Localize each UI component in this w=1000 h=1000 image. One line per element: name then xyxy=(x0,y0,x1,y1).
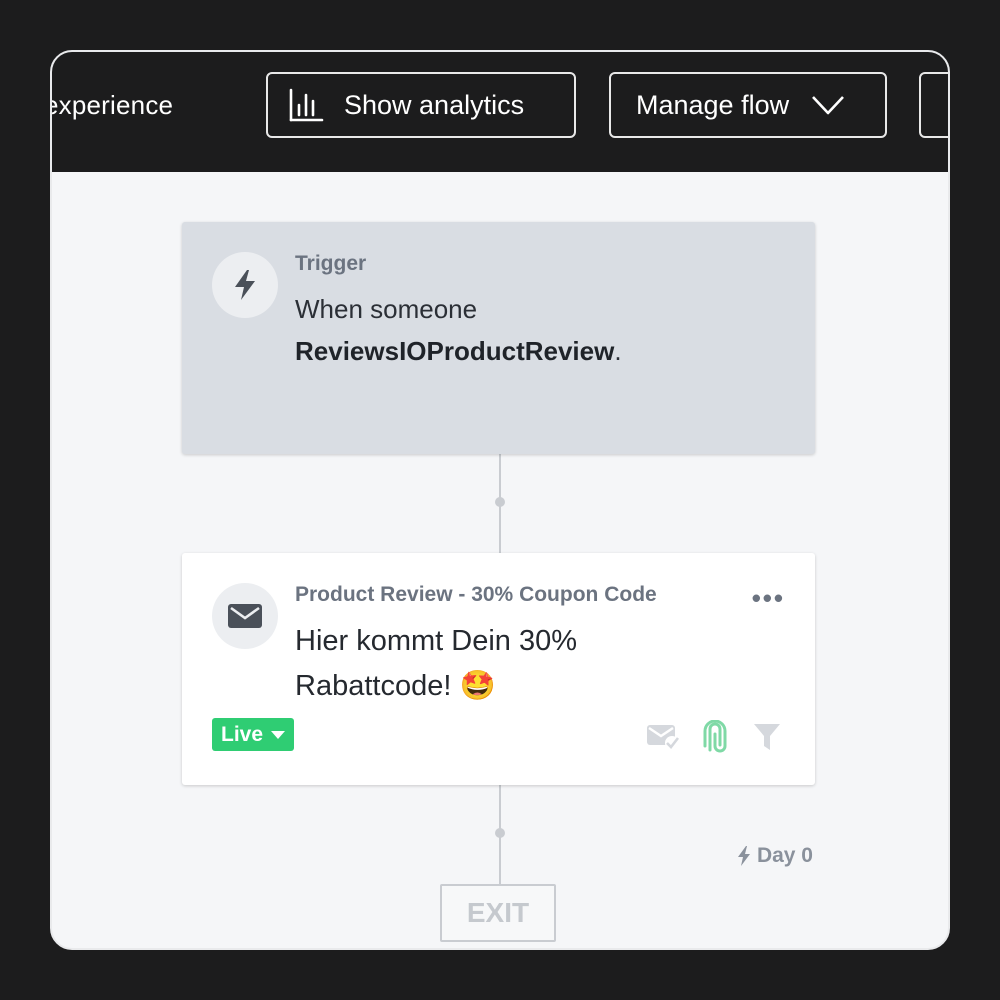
email-icon-circle xyxy=(212,583,278,649)
chevron-down-icon xyxy=(812,96,845,115)
trigger-suffix: . xyxy=(614,336,622,366)
connector-node[interactable] xyxy=(495,828,505,838)
trigger-card[interactable]: Trigger When someone ReviewsIOProductRev… xyxy=(182,222,815,454)
delay-text: Day 0 xyxy=(756,844,813,867)
flow-canvas: Trigger When someone ReviewsIOProductRev… xyxy=(52,172,948,948)
show-analytics-button[interactable]: Show analytics xyxy=(266,72,576,138)
trigger-line: When someone xyxy=(295,294,478,324)
more-options-button[interactable]: ••• xyxy=(752,583,785,614)
email-name: Product Review - 30% Coupon Code xyxy=(295,583,657,606)
trigger-icon-circle xyxy=(212,252,278,318)
manage-flow-label: Manage flow xyxy=(636,89,790,120)
status-label: Live xyxy=(221,722,264,746)
email-card[interactable]: Product Review - 30% Coupon Code ••• Hie… xyxy=(182,553,815,785)
envelope-icon xyxy=(228,604,262,628)
email-verified-icon[interactable] xyxy=(645,719,681,755)
email-subject: Hier kommt Dein 30% Rabattcode! 🤩 xyxy=(295,625,578,702)
lightning-icon xyxy=(235,270,255,300)
status-dropdown[interactable]: Live xyxy=(212,718,295,751)
show-analytics-label: Show analytics xyxy=(344,89,525,120)
smart-sending-icon[interactable] xyxy=(697,719,733,755)
flow-editor-window: experience Show analytics Manage flow Tr… xyxy=(50,50,950,950)
flow-title: experience xyxy=(50,90,174,120)
bar-chart-icon xyxy=(289,88,324,122)
delay-label: Day 0 xyxy=(737,844,813,868)
connector-node[interactable] xyxy=(495,497,505,507)
filter-icon[interactable] xyxy=(749,719,785,755)
exit-node: EXIT xyxy=(440,884,556,942)
caret-down-icon xyxy=(271,730,286,739)
toolbar-button-partial[interactable] xyxy=(919,72,948,138)
manage-flow-dropdown[interactable]: Manage flow xyxy=(609,72,887,138)
top-toolbar: experience Show analytics Manage flow xyxy=(52,52,948,172)
email-status-icons xyxy=(645,719,785,755)
lightning-icon xyxy=(737,846,750,866)
trigger-event: ReviewsIOProductReview xyxy=(295,336,615,366)
trigger-description: When someone ReviewsIOProductReview. xyxy=(295,288,622,372)
trigger-label: Trigger xyxy=(295,252,367,275)
